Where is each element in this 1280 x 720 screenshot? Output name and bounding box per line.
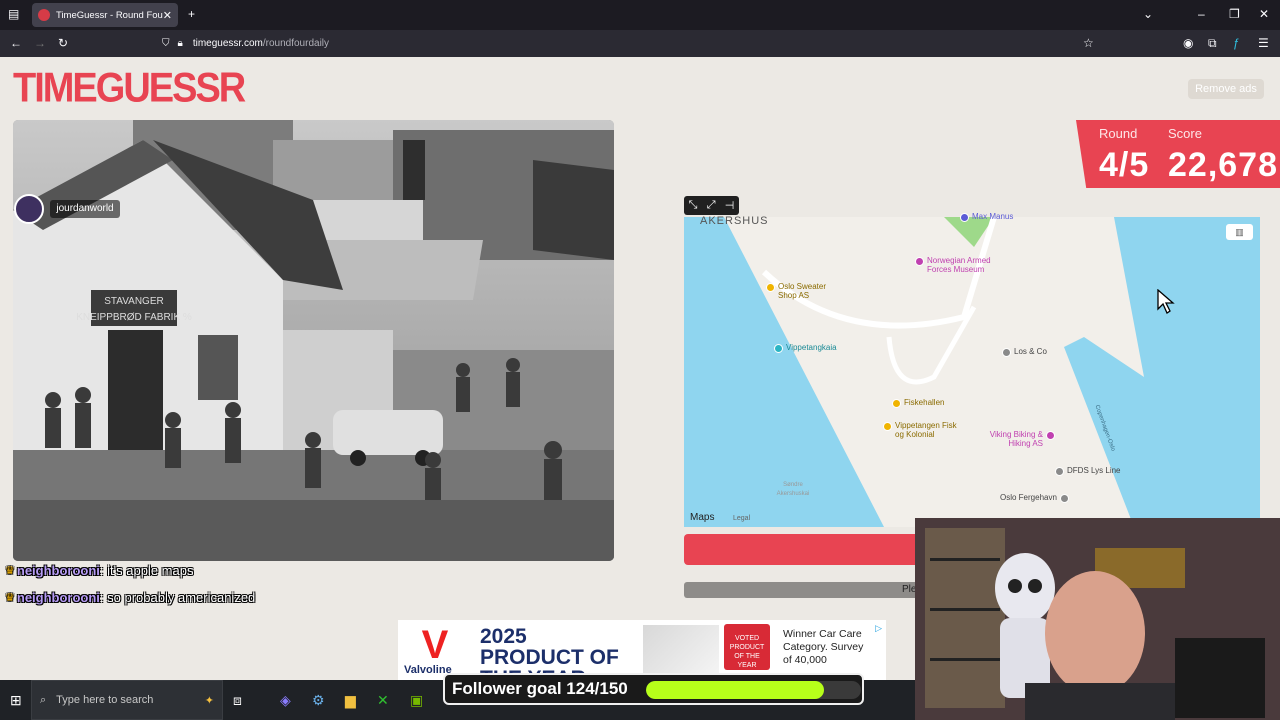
poi-vippetangkaia[interactable]: Vippetangkaia [774, 343, 837, 353]
url-host: timeguessr.com [192, 38, 263, 49]
address-bar[interactable]: ⛉ 🔒︎ timeguessr.com /roundfourdaily [150, 33, 1105, 54]
follower-goal-fill [646, 681, 824, 699]
copilot-icon[interactable]: ◈ [280, 692, 291, 709]
round-label: Round [1099, 126, 1138, 141]
file-explorer-icon[interactable]: ▆ [345, 692, 356, 709]
tab-title: TimeGuessr - Round Four [56, 9, 163, 21]
photo-credit[interactable]: jourdanworld [50, 200, 120, 218]
map-legal-link[interactable]: Legal [733, 515, 750, 522]
tab-list-icon[interactable]: ▤ [8, 7, 19, 21]
credit-avatar [14, 194, 44, 224]
round-value: 4/5 [1099, 146, 1150, 184]
poi-dfds-lys-line[interactable]: DFDS Lys Line [1055, 466, 1121, 476]
poi-viking-biking[interactable]: Viking Biking & Hiking AS [975, 430, 1055, 448]
chevron-down-icon[interactable]: ⌄ [1143, 7, 1153, 21]
webcam-scene [915, 518, 1280, 720]
follower-goal-widget: Follower goal 124/150 [443, 673, 864, 705]
browser-nav-bar: ← → ↻ ⛉ 🔒︎ timeguessr.com /roundfourdail… [0, 30, 1280, 57]
poi-max-manus[interactable]: Max Manus [960, 212, 1013, 222]
ad-product-image [643, 625, 719, 677]
nvidia-icon[interactable]: ▣ [410, 692, 423, 709]
score-label: Score [1168, 126, 1202, 141]
score-value: 22,678 [1168, 146, 1278, 184]
shrink-map-icon[interactable]: ⤢ [707, 199, 716, 212]
map-area-label: AKERSHUS [700, 215, 769, 227]
shop-sign-line2: KNEIPPBRØD FABRIK % [76, 312, 192, 323]
ad-copy: Winner Car Care Category. Survey of 40,0… [783, 628, 864, 666]
pin-map-icon[interactable]: ⊣ [725, 199, 735, 212]
submit-guess-button[interactable] [684, 534, 920, 565]
url-path: /roundfourdaily [262, 38, 330, 49]
search-icon: ⌕ [40, 693, 47, 706]
follower-goal-label: Follower goal 124/150 [452, 679, 628, 698]
favicon-icon [38, 9, 50, 21]
map-tools: ⤡ ⤢ ⊣ [684, 196, 739, 215]
restore-icon[interactable]: ❐ [1229, 7, 1240, 21]
extension-icon[interactable]: ƒ [1233, 36, 1240, 50]
lock-icon[interactable]: 🔒︎ [178, 38, 183, 49]
crown-icon: ♛ [5, 565, 15, 577]
mouse-cursor-icon [1157, 289, 1175, 314]
round-score-panel: Round 4/5 Score 22,678 [1076, 120, 1280, 188]
poi-fiskehallen[interactable]: Fiskehallen [892, 398, 944, 408]
streamer-webcam [915, 518, 1280, 720]
browser-tab-bar: ▤ TimeGuessr - Round Four ✕ + ⌄ – ❐ ✕ [0, 0, 1280, 30]
extensions-icon[interactable]: ⧉ [1208, 36, 1217, 51]
follower-goal-track [646, 681, 861, 699]
expand-map-icon[interactable]: ⤡ [689, 199, 698, 212]
xbox-icon[interactable]: ✕ [377, 692, 389, 709]
back-icon[interactable]: ← [10, 36, 22, 50]
task-view-icon[interactable]: ⧈ [233, 692, 242, 709]
historical-photo: STAVANGER KNEIPPBRØD FABRIK % [13, 120, 614, 561]
timeguessr-logo[interactable]: TIMEGUESSR [13, 64, 246, 112]
map-street-label: Søndre Akershuskai [776, 482, 810, 497]
ad-badge: VOTED PRODUCT OF THE YEAR [724, 624, 770, 670]
windows-start-icon[interactable]: ⊞ [10, 692, 22, 709]
close-tab-icon[interactable]: ✕ [163, 9, 172, 22]
photo-scene: STAVANGER KNEIPPBRØD FABRIK % [13, 120, 614, 561]
shop-sign-line1: STAVANGER [104, 296, 163, 307]
close-window-icon[interactable]: ✕ [1259, 7, 1269, 21]
minimize-icon[interactable]: – [1198, 7, 1205, 21]
crown-icon: ♛ [5, 592, 15, 604]
steam-icon[interactable]: ⚙ [312, 692, 325, 709]
chat-message: ♛ neighborooni: it's apple maps [5, 563, 194, 578]
taskbar-search[interactable]: ⌕ Type here to search ✦ [31, 680, 223, 720]
remove-ads-button[interactable]: Remove ads [1188, 79, 1264, 99]
ad-info-icon[interactable]: ▷ [875, 623, 882, 634]
browser-tab[interactable]: TimeGuessr - Round Four ✕ [32, 3, 178, 27]
poi-armed-forces-museum[interactable]: Norwegian Armed Forces Museum [915, 256, 995, 274]
poi-los-co[interactable]: Los & Co [1002, 347, 1047, 357]
apple-maps-logo: Maps [690, 512, 715, 523]
year-slider[interactable] [684, 582, 920, 598]
reload-icon[interactable]: ↻ [58, 36, 68, 50]
account-icon[interactable]: ◉ [1183, 36, 1193, 50]
new-tab-icon[interactable]: + [188, 7, 195, 21]
poi-oslo-sweater-shop[interactable]: Oslo Sweater Shop AS [766, 282, 836, 300]
sparkle-icon: ✦ [204, 694, 214, 707]
bookmark-star-icon[interactable]: ☆ [1083, 36, 1094, 50]
forward-icon[interactable]: → [34, 36, 46, 50]
shield-icon[interactable]: ⛉ [162, 38, 170, 49]
menu-icon[interactable]: ☰ [1258, 36, 1269, 50]
poi-vippetangen-fisk[interactable]: Vippetangen Fisk og Kolonial [883, 421, 963, 439]
chat-message: ♛ neighborooni: so probably americanized [5, 590, 256, 605]
poi-oslo-fergehavn[interactable]: Oslo Fergehavn [1000, 493, 1069, 503]
map-type-button[interactable]: ▥ [1226, 224, 1253, 240]
